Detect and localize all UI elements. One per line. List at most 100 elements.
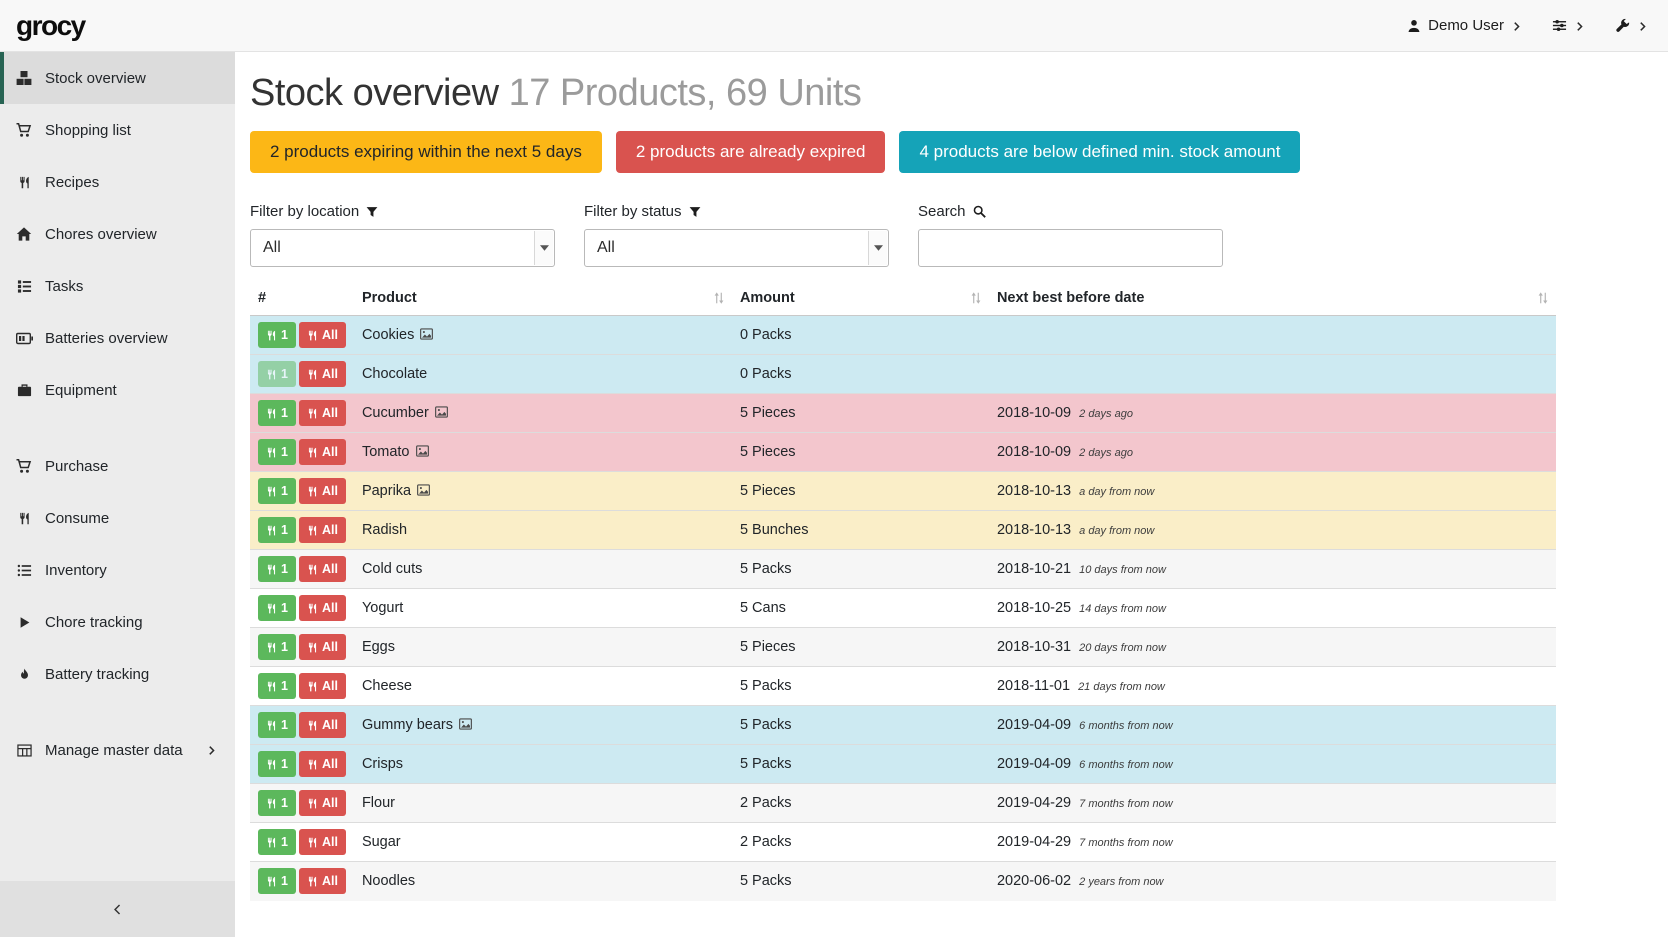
sidebar-item-equipment[interactable]: Equipment [0,364,235,416]
sidebar-item-tasks[interactable]: Tasks [0,260,235,312]
image-icon[interactable] [416,445,429,457]
sidebar-item-purchase[interactable]: Purchase [0,440,235,492]
consume-all-button[interactable]: All [299,634,346,660]
sort-icon[interactable] [1538,292,1548,305]
sidebar-item-label: Purchase [45,458,108,475]
image-icon[interactable] [417,484,430,496]
sidebar-item-shopping-list[interactable]: Shopping list [0,104,235,156]
search-input[interactable] [918,229,1223,267]
product-name[interactable]: Cookies [362,327,414,343]
sidebar-item-label: Chores overview [45,226,157,243]
product-name[interactable]: Crisps [362,756,403,772]
sidebar-item-label: Battery tracking [45,666,149,683]
amount-cell: 5 Cans [732,589,989,628]
consume-all-button[interactable]: All [299,322,346,348]
product-name[interactable]: Eggs [362,639,395,655]
product-name[interactable]: Paprika [362,483,411,499]
consume-all-button[interactable]: All [299,517,346,543]
sidebar-item-consume[interactable]: Consume [0,492,235,544]
sidebar-item-batteries-overview[interactable]: Batteries overview [0,312,235,364]
product-name[interactable]: Noodles [362,873,415,889]
location-select[interactable]: All [250,229,555,267]
consume-one-button[interactable]: 1 [258,361,296,387]
product-name[interactable]: Gummy bears [362,717,453,733]
list-icon [14,563,34,578]
settings-menu[interactable] [1552,18,1585,33]
stock-alert-button-1[interactable]: 2 products expiring within the next 5 da… [250,131,602,173]
consume-all-button[interactable]: All [299,673,346,699]
product-name[interactable]: Yogurt [362,600,403,616]
product-cell: Chocolate [354,355,732,394]
consume-one-button[interactable]: 1 [258,634,296,660]
consume-one-button[interactable]: 1 [258,439,296,465]
consume-all-button[interactable]: All [299,790,346,816]
user-menu[interactable]: Demo User [1407,17,1522,34]
table-header-row: # Product Amount Next best before date [250,281,1556,316]
consume-one-button[interactable]: 1 [258,478,296,504]
consume-all-button[interactable]: All [299,751,346,777]
bbd-cell: 2019-04-09 6 months from now [989,706,1556,745]
consume-one-button[interactable]: 1 [258,712,296,738]
sidebar-item-manage-master-data[interactable]: Manage master data [0,724,235,776]
consume-one-button[interactable]: 1 [258,517,296,543]
amount-cell: 0 Packs [732,355,989,394]
main-content: Stock overview 17 Products, 69 Units 2 p… [235,52,1668,937]
app-logo[interactable]: grocy [16,10,85,42]
product-name[interactable]: Flour [362,795,395,811]
consume-all-button[interactable]: All [299,439,346,465]
product-name[interactable]: Tomato [362,444,410,460]
consume-one-button[interactable]: 1 [258,829,296,855]
consume-one-button[interactable]: 1 [258,400,296,426]
consume-all-button[interactable]: All [299,868,346,894]
consume-all-button[interactable]: All [299,478,346,504]
product-name[interactable]: Radish [362,522,407,538]
bbd-cell: 2020-06-02 2 years from now [989,862,1556,901]
sidebar-item-recipes[interactable]: Recipes [0,156,235,208]
stock-alert-button-3[interactable]: 4 products are below defined min. stock … [899,131,1300,173]
sidebar-item-inventory[interactable]: Inventory [0,544,235,596]
consume-one-button[interactable]: 1 [258,322,296,348]
status-select[interactable]: All [584,229,889,267]
product-name[interactable]: Sugar [362,834,401,850]
consume-one-button[interactable]: 1 [258,556,296,582]
stock-alert-button-2[interactable]: 2 products are already expired [616,131,886,173]
utensils-icon [307,837,318,848]
consume-one-button[interactable]: 1 [258,790,296,816]
row-actions-cell: 1All [250,433,354,472]
consume-one-button[interactable]: 1 [258,595,296,621]
status-filter-group: Filter by status All [584,203,889,267]
admin-tools-menu[interactable] [1615,18,1648,33]
page-title: Stock overview 17 Products, 69 Units [250,72,1556,115]
image-icon[interactable] [435,406,448,418]
sort-icon[interactable] [971,292,981,305]
consume-all-button[interactable]: All [299,712,346,738]
column-header-amount[interactable]: Amount [732,281,989,316]
consume-one-button[interactable]: 1 [258,673,296,699]
sidebar-item-chores-overview[interactable]: Chores overview [0,208,235,260]
consume-one-button[interactable]: 1 [258,868,296,894]
image-icon[interactable] [459,718,472,730]
column-header-product[interactable]: Product [354,281,732,316]
collapse-sidebar-button[interactable] [0,881,235,937]
product-cell: Cucumber [354,394,732,433]
bbd-relative-note: 21 days from now [1078,681,1165,693]
consume-all-button[interactable]: All [299,556,346,582]
product-name[interactable]: Chocolate [362,366,427,382]
sort-icon[interactable] [714,292,724,305]
product-name[interactable]: Cucumber [362,405,429,421]
consume-all-button[interactable]: All [299,829,346,855]
sidebar-item-battery-tracking[interactable]: Battery tracking [0,648,235,700]
table-row: 1AllPaprika5 Pieces2018-10-13 a day from… [250,472,1556,511]
sidebar-item-chore-tracking[interactable]: Chore tracking [0,596,235,648]
consume-one-button[interactable]: 1 [258,751,296,777]
consume-all-button[interactable]: All [299,361,346,387]
sidebar-item-stock-overview[interactable]: Stock overview [0,52,235,104]
image-icon[interactable] [420,328,433,340]
location-select-value: All [263,239,281,257]
utensils-icon [307,486,318,497]
column-header-bbd[interactable]: Next best before date [989,281,1556,316]
consume-all-button[interactable]: All [299,400,346,426]
product-name[interactable]: Cheese [362,678,412,694]
product-name[interactable]: Cold cuts [362,561,422,577]
consume-all-button[interactable]: All [299,595,346,621]
